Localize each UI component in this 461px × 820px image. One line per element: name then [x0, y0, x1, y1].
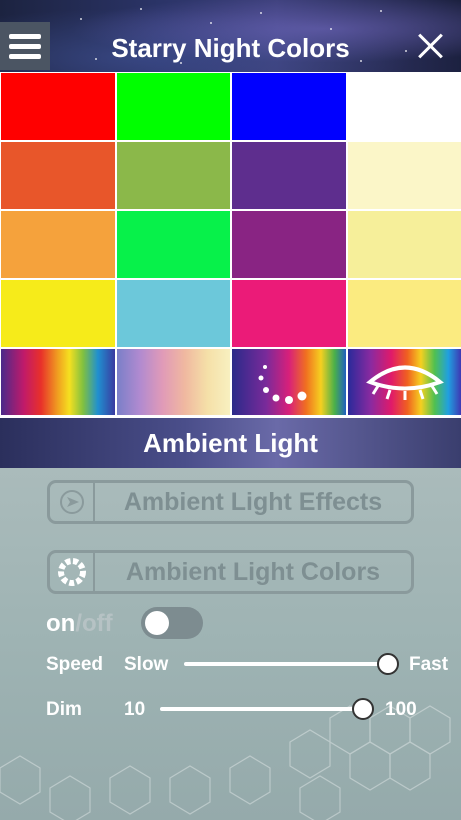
ambient-light-panel: Ambient Light Effects Ambient Light Colo… — [0, 468, 461, 820]
ambient-light-colors-button[interactable]: Ambient Light Colors — [47, 550, 414, 594]
eye-spectrum-effect[interactable] — [348, 349, 461, 415]
spectrum-effect[interactable] — [1, 349, 115, 415]
color-swatch-violet[interactable] — [232, 211, 346, 278]
on-off-label: on/off — [46, 610, 113, 638]
ambient-light-banner: Ambient Light — [0, 418, 461, 468]
color-swatch-purple[interactable] — [232, 142, 346, 209]
color-swatch-light-yellow[interactable] — [348, 280, 461, 347]
color-swatch-blue[interactable] — [232, 73, 346, 140]
ambient-light-effects-label: Ambient Light Effects — [123, 487, 383, 516]
speed-max-label: Fast — [409, 654, 449, 675]
pastel-spectrum-effect[interactable] — [117, 349, 230, 415]
dim-slider-thumb[interactable] — [352, 698, 374, 720]
ambient-light-effects-button[interactable]: Ambient Light Effects — [47, 480, 414, 524]
ambient-light-colors-label: Ambient Light Colors — [125, 557, 381, 586]
header-bar: Starry Night Colors — [0, 0, 461, 72]
ambient-light-toggle[interactable] — [141, 607, 203, 639]
toggle-knob — [145, 611, 169, 635]
dim-label: Dim — [46, 699, 82, 720]
ambient-light-title: Ambient Light — [143, 427, 318, 458]
on-label: on — [46, 610, 76, 637]
off-label: /off — [75, 610, 113, 637]
dim-slider[interactable] — [160, 707, 363, 711]
play-arrow-icon — [50, 483, 95, 521]
color-swatch-sky-blue[interactable] — [117, 280, 230, 347]
color-swatch-magenta[interactable] — [232, 280, 346, 347]
dim-min-label: 10 — [124, 699, 146, 720]
speed-slider[interactable] — [184, 662, 388, 666]
color-swatch-cream[interactable] — [348, 142, 461, 209]
color-swatch-red[interactable] — [1, 73, 115, 140]
speed-slider-thumb[interactable] — [377, 653, 399, 675]
color-swatch-yellow[interactable] — [1, 280, 115, 347]
color-swatch-orange[interactable] — [1, 211, 115, 278]
dots-circle-icon — [258, 365, 307, 404]
speed-label: Speed — [46, 654, 104, 675]
color-swatch-orange-red[interactable] — [1, 142, 115, 209]
color-swatch-pale-yellow[interactable] — [348, 211, 461, 278]
eye-icon — [366, 365, 444, 400]
color-grid — [0, 72, 461, 418]
color-swatch-olive-green[interactable] — [117, 142, 230, 209]
dim-max-label: 100 — [385, 699, 417, 720]
speed-min-label: Slow — [124, 654, 169, 675]
color-swatch-white[interactable] — [348, 73, 461, 140]
color-swatch-bright-green[interactable] — [117, 211, 230, 278]
color-wheel-icon — [50, 553, 95, 591]
color-swatch-green[interactable] — [117, 73, 230, 140]
dots-spectrum-effect[interactable] — [232, 349, 346, 415]
close-icon[interactable] — [417, 33, 443, 59]
page-title: Starry Night Colors — [111, 33, 350, 63]
